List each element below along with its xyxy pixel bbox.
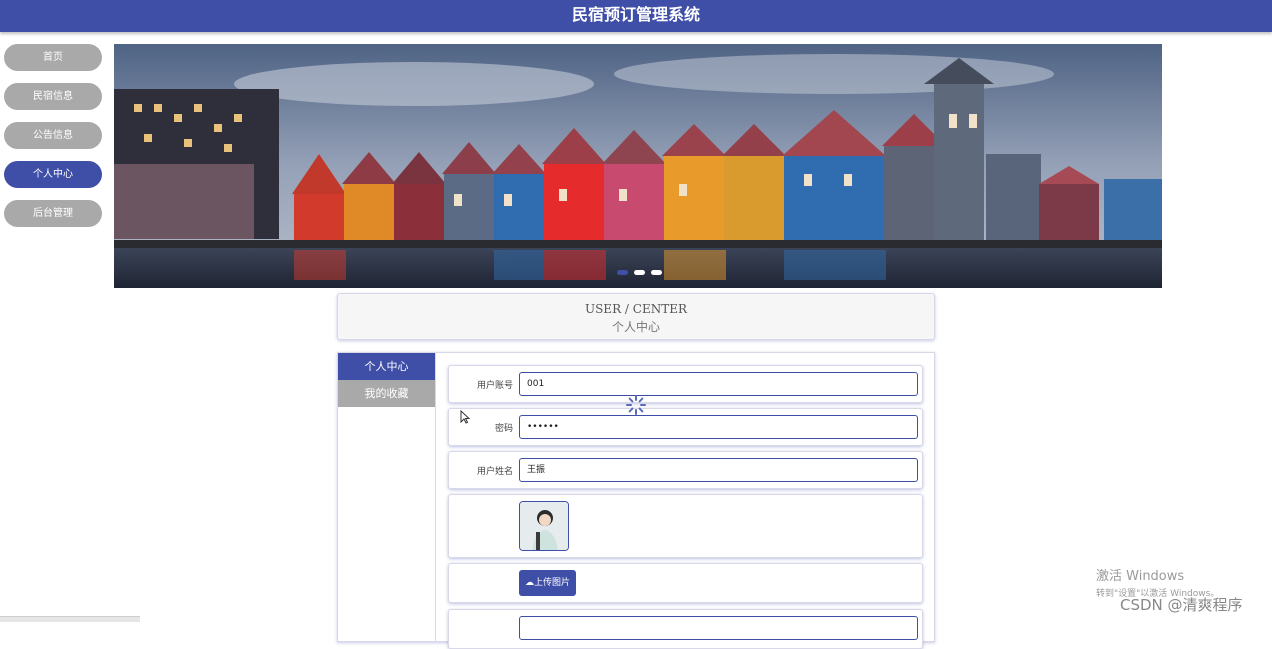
upload-button-label: 上传图片 — [533, 578, 570, 588]
carousel-dots — [617, 270, 662, 275]
nav-item-personal-center[interactable]: 个人中心 — [4, 161, 102, 188]
section-title-cn: 个人中心 — [611, 320, 660, 334]
form-row-avatar — [448, 494, 923, 558]
carousel-dot-2[interactable] — [634, 270, 645, 275]
app-title: 民宿预订管理系统 — [571, 5, 700, 24]
form-row-account: 用户账号 001 — [448, 365, 923, 403]
tab-my-favorites[interactable]: 我的收藏 — [338, 380, 435, 407]
carousel-dot-1[interactable] — [617, 270, 628, 275]
form-row-next — [448, 609, 923, 649]
tab-personal-center[interactable]: 个人中心 — [338, 353, 435, 380]
watermark-line-1: 激活 Windows — [1096, 569, 1185, 584]
nav-item-homestay-info[interactable]: 民宿信息 — [4, 83, 102, 110]
name-label: 用户姓名 — [476, 467, 513, 477]
mouse-cursor-icon — [460, 410, 470, 424]
form-row-password: 密码 •••••• — [448, 408, 923, 446]
upload-image-button[interactable]: ☁上传图片 — [519, 570, 576, 596]
nav-item-home[interactable]: 首页 — [4, 44, 102, 71]
banner-carousel[interactable] — [114, 44, 1162, 288]
password-input[interactable]: •••••• — [519, 415, 918, 439]
side-nav: 首页 民宿信息 公告信息 个人中心 后台管理 — [4, 44, 102, 239]
section-header: USER / CENTER 个人中心 — [337, 293, 935, 340]
next-field-input[interactable] — [519, 616, 918, 640]
section-title-en: USER / CENTER — [584, 302, 688, 316]
cloud-upload-icon: ☁ — [524, 578, 534, 588]
app-title-bar: 民宿预订管理系统 — [0, 0, 1272, 32]
user-center-tabs: 个人中心 我的收藏 — [338, 353, 436, 641]
nav-item-admin[interactable]: 后台管理 — [4, 200, 102, 227]
form-row-name: 用户姓名 王振 — [448, 451, 923, 489]
account-input[interactable]: 001 — [519, 372, 918, 396]
avatar — [519, 501, 569, 551]
carousel-dot-3[interactable] — [651, 270, 662, 275]
nav-item-announcements[interactable]: 公告信息 — [4, 122, 102, 149]
avatar-image — [520, 502, 568, 550]
account-label: 用户账号 — [476, 381, 513, 391]
form-row-upload: ☁上传图片 — [448, 563, 923, 603]
browser-status-bar — [0, 616, 140, 622]
csdn-credit: CSDN @清爽程序 — [1120, 596, 1243, 614]
password-label: 密码 — [494, 424, 513, 434]
loading-spinner-icon — [626, 395, 646, 415]
banner-image — [114, 44, 1162, 288]
name-input[interactable]: 王振 — [519, 458, 918, 482]
